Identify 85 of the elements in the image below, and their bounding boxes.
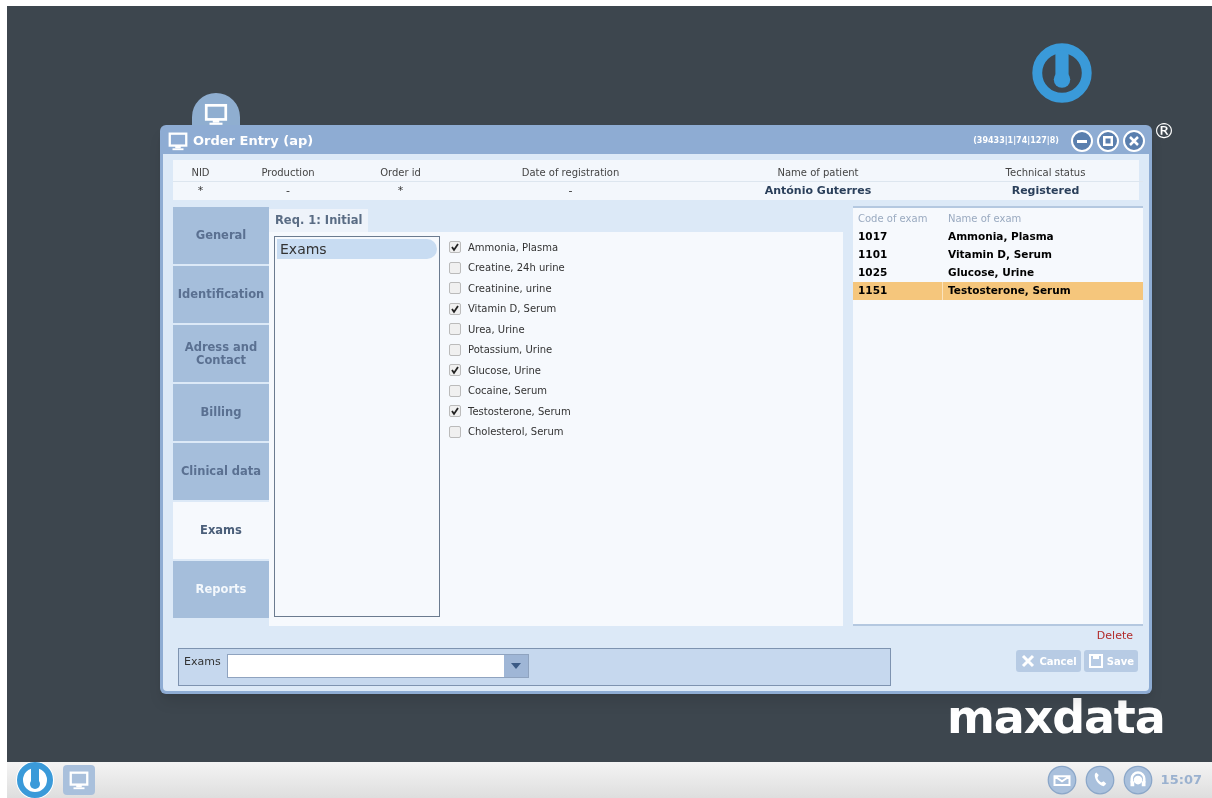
checkbox[interactable] xyxy=(449,282,461,295)
checkbox-label: Urea, Urine xyxy=(468,322,525,337)
power-logo-icon xyxy=(1029,40,1095,106)
header-value: António Guterres xyxy=(763,182,873,199)
checkbox[interactable] xyxy=(449,425,461,438)
monitor-icon xyxy=(68,769,90,791)
side-tab[interactable]: Adress and Contact xyxy=(173,325,269,382)
request-tab[interactable]: Req. 1: Initial xyxy=(269,209,369,232)
checkbox[interactable] xyxy=(449,364,461,377)
check-icon xyxy=(450,365,460,376)
table-cell-text: 1017 xyxy=(857,229,889,245)
checkbox[interactable] xyxy=(449,384,461,397)
table-cell: 1151 xyxy=(853,282,943,300)
monitor-icon xyxy=(203,101,229,125)
header-label: Technical status xyxy=(948,160,1143,182)
maximize-icon xyxy=(1103,136,1113,146)
table-cell-text: Glucose, Urine xyxy=(947,265,1035,281)
maxdata-logo: maxdata xyxy=(947,694,1165,740)
header-label: Name of patient xyxy=(688,160,948,182)
caret-icon xyxy=(510,662,521,670)
phone-icon[interactable] xyxy=(1084,765,1115,795)
mail-icon[interactable] xyxy=(1046,765,1077,795)
column-header: Code of exam xyxy=(857,211,929,226)
checkbox-label: Creatinine, urine xyxy=(468,281,552,296)
headset-icon[interactable] xyxy=(1122,765,1153,795)
checkbox[interactable] xyxy=(449,261,461,274)
monitor-taskbar-button[interactable] xyxy=(63,765,95,795)
checkbox-label: Vitamin D, Serum xyxy=(468,302,557,317)
group-list-item[interactable]: Exams xyxy=(277,239,437,259)
cross-icon xyxy=(1020,653,1037,669)
table-cell-text: Ammonia, Plasma xyxy=(947,229,1054,245)
checkbox-label: Ammonia, Plasma xyxy=(468,240,559,255)
checkbox-label: Creatine, 24h urine xyxy=(468,261,565,276)
delete-link[interactable]: Delete xyxy=(1096,627,1133,644)
close-icon xyxy=(1129,136,1139,146)
checkbox[interactable] xyxy=(449,343,461,356)
checkbox-label: Testosterone, Serum xyxy=(468,404,571,419)
table-row[interactable]: 1025 Glucose, Urine xyxy=(853,264,1143,282)
side-tab[interactable]: General xyxy=(173,207,269,264)
side-tab[interactable]: Billing xyxy=(173,384,269,441)
side-tab[interactable]: Exams xyxy=(173,502,269,559)
check-icon xyxy=(450,406,460,417)
checkbox[interactable] xyxy=(449,405,461,418)
exam-search-field[interactable] xyxy=(226,654,529,678)
checkbox-label: Cholesterol, Serum xyxy=(468,425,564,440)
clock: 15:07 xyxy=(1160,771,1202,790)
table-row[interactable]: 1101 Vitamin D, Serum xyxy=(853,246,1143,264)
checkbox[interactable] xyxy=(449,302,461,315)
table-row[interactable]: 1151 Testosterone, Serum xyxy=(853,282,1143,300)
header-value: Registered xyxy=(1010,182,1081,199)
minimize-button[interactable] xyxy=(1071,130,1093,152)
checkbox-label: Potassium, Urine xyxy=(468,343,553,358)
registered-mark: ® xyxy=(1153,117,1175,145)
checkbox-label: Glucose, Urine xyxy=(468,363,541,378)
header-value: * xyxy=(196,182,205,199)
header-label: Order id xyxy=(348,160,453,182)
check-icon xyxy=(450,242,460,253)
checkbox[interactable] xyxy=(449,241,461,254)
table-row[interactable]: 1017 Ammonia, Plasma xyxy=(853,228,1143,246)
header-value: - xyxy=(567,182,574,199)
maximize-button[interactable] xyxy=(1097,130,1119,152)
header-value: - xyxy=(285,182,291,199)
table-cell-text: Testosterone, Serum xyxy=(947,283,1071,299)
search-label: Exams xyxy=(184,654,221,670)
header-value: * xyxy=(396,182,405,199)
side-tab[interactable]: Clinical data xyxy=(173,443,269,500)
minimize-icon xyxy=(1077,139,1087,143)
desktop-shortcut-icon[interactable] xyxy=(192,93,240,125)
checkbox-label: Cocaine, Serum xyxy=(468,384,548,399)
session-info: (39433|1|74|127|8) xyxy=(973,135,1059,147)
check-icon xyxy=(450,303,460,314)
header-label: NID xyxy=(173,160,228,182)
dropdown-button[interactable] xyxy=(503,655,528,677)
power-button-icon[interactable] xyxy=(15,760,55,798)
close-button[interactable] xyxy=(1123,130,1145,152)
header-label: Date of registration xyxy=(453,160,688,182)
window-title: Order Entry (ap) xyxy=(193,132,314,151)
table-cell-text: Vitamin D, Serum xyxy=(947,247,1052,263)
table-cell-text: 1025 xyxy=(857,265,889,281)
table-cell-text: 1101 xyxy=(857,247,889,263)
side-tab[interactable]: Identification xyxy=(173,266,269,323)
header-label: Production xyxy=(228,160,348,182)
window-monitor-icon xyxy=(167,130,189,152)
checkbox[interactable] xyxy=(449,323,461,336)
column-header: Name of exam xyxy=(947,211,1022,226)
